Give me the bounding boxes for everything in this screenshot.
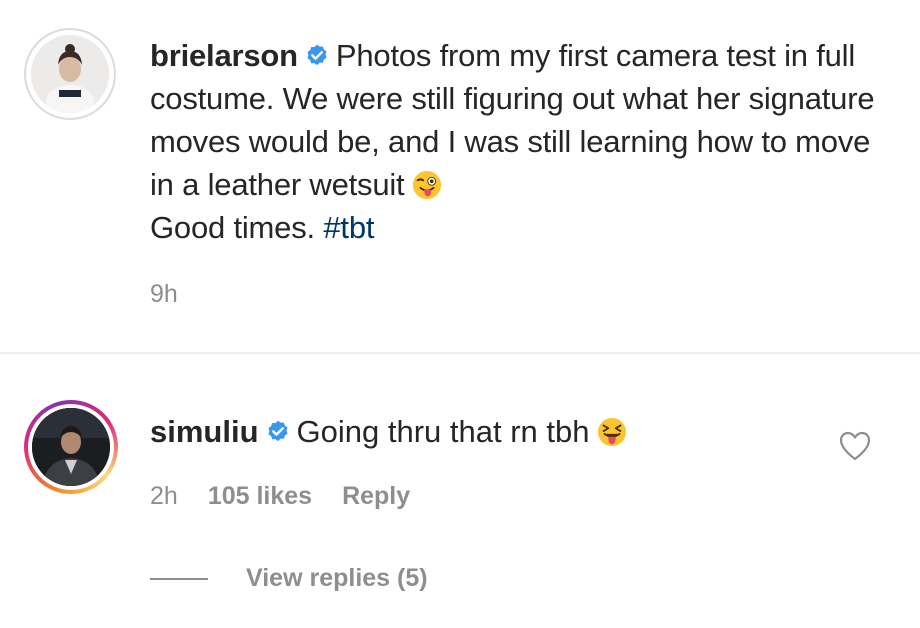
simuliu-avatar[interactable] bbox=[24, 400, 118, 494]
comment-body: Going thru that rn tbh bbox=[296, 414, 590, 449]
verified-badge-icon bbox=[307, 44, 327, 66]
reply-button[interactable]: Reply bbox=[342, 482, 410, 511]
caption-timestamp: 9h bbox=[150, 280, 178, 308]
caption-username[interactable]: brielarson bbox=[150, 38, 298, 73]
comment-text: simuliu Going thru that rn tbh bbox=[150, 410, 790, 453]
view-replies-button[interactable]: View replies (5) bbox=[150, 564, 428, 593]
comment-meta: 2h 105 likes Reply bbox=[150, 482, 410, 511]
comments-page: brielarson Photos from my first camera te… bbox=[0, 0, 920, 628]
winking-face-with-tongue-icon bbox=[413, 170, 442, 200]
comment-item: simuliu Going thru that rn tbh 2h 105 lik… bbox=[0, 354, 920, 628]
profile-photo-icon bbox=[32, 408, 110, 486]
caption-text: brielarson Photos from my first camera te… bbox=[150, 34, 890, 249]
comment-timestamp: 2h bbox=[150, 482, 178, 510]
view-replies-label: View replies (5) bbox=[246, 564, 428, 592]
comment-username[interactable]: simuliu bbox=[150, 414, 259, 449]
avatar-photo bbox=[31, 35, 109, 113]
post-caption: brielarson Photos from my first camera te… bbox=[0, 0, 920, 352]
heart-icon[interactable] bbox=[838, 430, 872, 462]
avatar-photo bbox=[32, 408, 110, 486]
comment-likes-count[interactable]: 105 likes bbox=[208, 482, 312, 511]
caption-body-end: Good times. bbox=[150, 210, 315, 245]
replies-line bbox=[150, 577, 208, 580]
profile-photo-icon bbox=[31, 35, 109, 113]
verified-badge-icon bbox=[267, 420, 288, 442]
hashtag-link[interactable]: #tbt bbox=[323, 210, 374, 245]
brielarson-avatar[interactable] bbox=[24, 28, 116, 120]
squinting-face-with-tongue-icon bbox=[598, 417, 627, 447]
